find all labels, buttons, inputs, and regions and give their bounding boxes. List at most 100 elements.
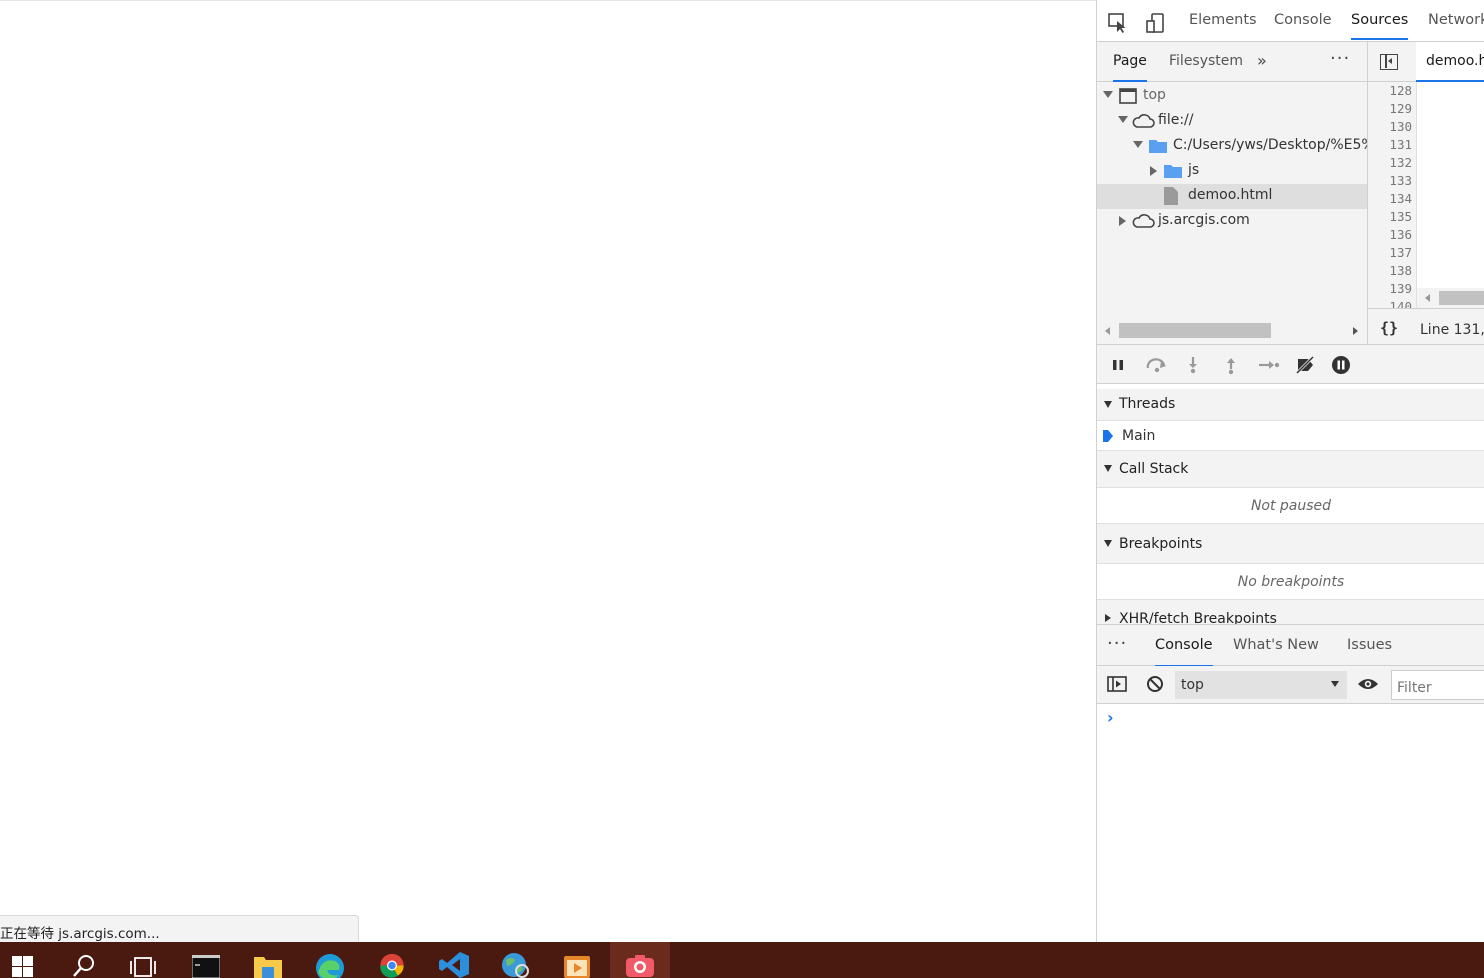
clear-console-icon[interactable]: [1146, 675, 1164, 697]
chevron-down-icon: [1331, 681, 1339, 687]
taskbar-media-player[interactable]: [548, 942, 608, 978]
collapse-arrow-icon[interactable]: [1150, 166, 1157, 176]
code-editor[interactable]: [1417, 82, 1484, 308]
step-into-icon[interactable]: [1183, 355, 1203, 375]
pause-on-exceptions-icon[interactable]: [1331, 355, 1351, 375]
tab-page[interactable]: Page: [1113, 53, 1147, 82]
tree-item-file-origin[interactable]: file://: [1097, 109, 1367, 134]
xhr-breakpoints-header[interactable]: XHR/fetch Breakpoints: [1097, 600, 1484, 624]
line-number: 133: [1389, 173, 1412, 188]
tree-item-arcgis-origin[interactable]: js.arcgis.com: [1097, 209, 1367, 234]
cursor-position: Line 131, C: [1420, 322, 1484, 338]
devtools-panel: Elements Console Sources Network Page Fi…: [1096, 0, 1484, 942]
taskbar-edge[interactable]: [300, 942, 360, 978]
current-thread-icon: [1103, 430, 1113, 446]
folder-icon: [1149, 138, 1167, 157]
vscode-icon: [439, 952, 469, 978]
tab-elements[interactable]: Elements: [1189, 12, 1257, 40]
devtools-main-tabs: Elements Console Sources Network: [1097, 0, 1484, 42]
step-icon[interactable]: [1257, 355, 1281, 375]
expand-arrow-icon: [1104, 540, 1112, 547]
device-toolbar-icon[interactable]: [1145, 12, 1165, 33]
cloud-icon: [1131, 213, 1155, 233]
tree-label: demoo.html: [1188, 187, 1273, 203]
line-number: 130: [1389, 119, 1412, 134]
taskbar-file-explorer[interactable]: [238, 942, 298, 978]
terminal-icon: [191, 954, 221, 978]
status-bar: 正在等待 js.arcgis.com...: [0, 915, 359, 943]
step-over-icon[interactable]: [1145, 355, 1171, 375]
scrollbar-thumb[interactable]: [1119, 323, 1271, 338]
section-title: Call Stack: [1119, 461, 1189, 477]
media-player-icon: [564, 954, 592, 978]
step-out-icon[interactable]: [1221, 355, 1241, 375]
tree-item-desktop-folder[interactable]: C:/Users/yws/Desktop/%E5%A: [1097, 134, 1367, 159]
tab-sources[interactable]: Sources: [1351, 12, 1409, 40]
debugger-toolbar: [1097, 344, 1484, 384]
editor-footer: {} Line 131, C: [1367, 308, 1484, 344]
expand-arrow-icon[interactable]: [1118, 116, 1128, 123]
console-filter-input[interactable]: [1391, 670, 1484, 700]
taskbar-globe-app[interactable]: [486, 942, 546, 978]
tree-item-top[interactable]: top: [1097, 84, 1367, 109]
file-tree: top file:// C:/Users/yws/Desktop/%E5%A j…: [1097, 82, 1367, 318]
line-number: 135: [1389, 209, 1412, 224]
scrollbar-thumb[interactable]: [1439, 291, 1484, 305]
context-selector[interactable]: top: [1175, 671, 1347, 699]
frame-icon: [1119, 88, 1137, 108]
scroll-right-icon[interactable]: [1353, 327, 1358, 335]
taskbar-search-button[interactable]: [54, 942, 114, 978]
tree-item-demoo-html[interactable]: demoo.html: [1097, 184, 1367, 209]
pause-icon[interactable]: [1109, 355, 1129, 375]
search-icon: [72, 954, 100, 978]
pretty-print-button[interactable]: {}: [1380, 319, 1398, 337]
taskbar: [0, 942, 1484, 978]
thread-main[interactable]: Main: [1122, 428, 1155, 444]
chrome-icon: [377, 953, 405, 978]
console-sidebar-icon[interactable]: [1107, 676, 1127, 696]
navigator-tabs: Page Filesystem » ···: [1097, 42, 1367, 82]
editor-horizontal-scrollbar[interactable]: [1417, 288, 1484, 308]
taskbar-vscode[interactable]: [424, 942, 484, 978]
console-output[interactable]: ›: [1097, 704, 1484, 942]
globe-app-icon: [501, 952, 529, 978]
more-tabs-icon[interactable]: »: [1257, 51, 1267, 70]
more-options-icon[interactable]: ···: [1330, 48, 1350, 69]
inspect-element-icon[interactable]: [1107, 12, 1127, 33]
tree-item-js-folder[interactable]: js: [1097, 159, 1367, 184]
breakpoints-header[interactable]: Breakpoints: [1097, 524, 1484, 564]
taskbar-terminal[interactable]: [176, 942, 236, 978]
taskbar-chrome[interactable]: [362, 942, 422, 978]
threads-list: Main: [1097, 421, 1484, 451]
collapse-arrow-icon: [1105, 614, 1111, 622]
expand-arrow-icon[interactable]: [1133, 141, 1143, 148]
console-prompt[interactable]: ›: [1107, 708, 1114, 727]
collapse-arrow-icon[interactable]: [1119, 216, 1126, 226]
cloud-icon: [1131, 113, 1155, 133]
task-view-button[interactable]: [114, 942, 174, 978]
tab-network[interactable]: Network: [1428, 12, 1484, 40]
call-stack-header[interactable]: Call Stack: [1097, 451, 1484, 488]
expand-arrow-icon[interactable]: [1103, 91, 1113, 98]
start-button[interactable]: [0, 942, 60, 978]
toggle-navigator-icon[interactable]: [1380, 54, 1398, 70]
editor-file-tab[interactable]: demoo.html: [1416, 42, 1484, 82]
drawer-tab-issues[interactable]: Issues: [1347, 637, 1392, 667]
line-number: 132: [1389, 155, 1412, 170]
drawer-tab-console[interactable]: Console: [1155, 637, 1213, 667]
scroll-left-icon[interactable]: [1425, 294, 1430, 302]
tab-filesystem[interactable]: Filesystem: [1169, 53, 1243, 82]
threads-header[interactable]: Threads: [1097, 389, 1484, 421]
page-viewport: 正在等待 js.arcgis.com...: [0, 0, 1096, 943]
taskbar-camera-app[interactable]: [610, 942, 670, 978]
drawer-tabs: ··· Console What's New Issues: [1097, 624, 1484, 667]
scroll-left-icon[interactable]: [1105, 327, 1110, 335]
tree-horizontal-scrollbar[interactable]: [1097, 318, 1367, 344]
deactivate-breakpoints-icon[interactable]: [1295, 355, 1315, 375]
drawer-menu-icon[interactable]: ···: [1107, 633, 1127, 654]
tab-console[interactable]: Console: [1274, 12, 1332, 40]
file-icon: [1164, 187, 1178, 209]
drawer-tab-whats-new[interactable]: What's New: [1233, 637, 1319, 667]
expand-arrow-icon: [1104, 401, 1112, 408]
live-expression-eye-icon[interactable]: [1357, 677, 1379, 695]
